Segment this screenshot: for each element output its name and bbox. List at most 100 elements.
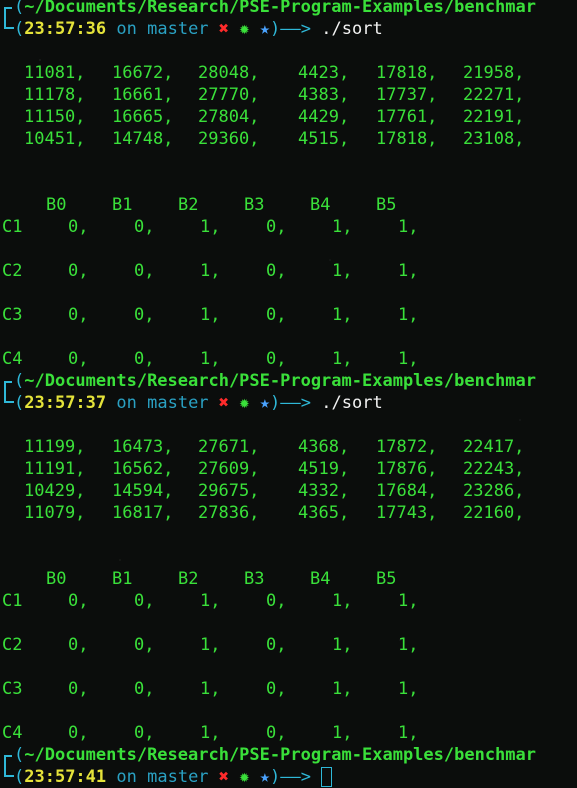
git-branch: master bbox=[147, 19, 209, 39]
matrix-cell: 0, bbox=[266, 261, 287, 281]
timing-value: 17684, bbox=[376, 481, 438, 501]
timing-value: 17818, bbox=[376, 63, 438, 83]
prompt-cwd-line: (~/Documents/Research/PSE-Program-Exampl… bbox=[0, 370, 577, 392]
timing-value: 17743, bbox=[376, 503, 438, 523]
timing-value: 11150, bbox=[24, 107, 86, 127]
matrix-cell: 1, bbox=[398, 591, 419, 611]
matrix-row-label: C4 bbox=[2, 723, 23, 743]
matrix-row-label: C2 bbox=[2, 635, 23, 655]
matrix-cell: 0, bbox=[266, 635, 287, 655]
timing-value: 11081, bbox=[24, 63, 86, 83]
matrix-cell: 1, bbox=[200, 261, 221, 281]
timing-row: 11081, 16672, 28048, 4423, 17818, 21958, bbox=[0, 62, 577, 84]
typed-command: ./sort bbox=[321, 19, 383, 39]
prompt-corner-bottom-icon bbox=[4, 766, 14, 777]
star-icon: ★ bbox=[259, 19, 271, 39]
timing-value: 10429, bbox=[24, 481, 86, 501]
matrix-cell: 0, bbox=[68, 305, 89, 325]
matrix-cell: 0, bbox=[266, 349, 287, 369]
matrix-row: C4 0, 0, 1, 0, 1, 1, bbox=[0, 348, 577, 370]
matrix-cell: 1, bbox=[332, 635, 353, 655]
timing-value: 4515, bbox=[298, 129, 350, 149]
matrix-header-row: B0 B1 B2 B3 B4 B5 bbox=[0, 194, 577, 216]
timing-value: 22191, bbox=[463, 107, 525, 127]
matrix-row-label: C3 bbox=[2, 305, 23, 325]
matrix-cell: 1, bbox=[200, 305, 221, 325]
matrix-cell: 1, bbox=[332, 305, 353, 325]
gear-icon: ✹ bbox=[239, 19, 250, 39]
timing-value: 4519, bbox=[298, 459, 350, 479]
matrix-cell: 1, bbox=[200, 591, 221, 611]
matrix-row: C3 0, 0, 1, 0, 1, 1, bbox=[0, 678, 577, 700]
timing-value: 28048, bbox=[198, 63, 260, 83]
prompt-corner-bottom-icon bbox=[4, 392, 14, 403]
matrix-cell: 0, bbox=[68, 217, 89, 237]
dirty-icon: ✖ bbox=[218, 393, 230, 413]
run-output-2: 11199, 16473, 27671, 4368, 17872, 22417, 11191… bbox=[0, 436, 577, 744]
matrix-cell: 0, bbox=[134, 591, 155, 611]
matrix-cell: 0, bbox=[68, 679, 89, 699]
timing-value: 10451, bbox=[24, 129, 86, 149]
timing-value: 17876, bbox=[376, 459, 438, 479]
dirty-icon: ✖ bbox=[218, 767, 230, 787]
prompt-corner-top-icon bbox=[4, 7, 12, 18]
timing-value: 17872, bbox=[376, 437, 438, 457]
timing-value: 23286, bbox=[463, 481, 525, 501]
matrix-row: C4 0, 0, 1, 0, 1, 1, bbox=[0, 722, 577, 744]
matrix-cell: 0, bbox=[68, 591, 89, 611]
matrix-row: C3 0, 0, 1, 0, 1, 1, bbox=[0, 304, 577, 326]
current-directory: ~/Documents/Research/PSE-Program-Example… bbox=[24, 745, 536, 765]
timing-value: 11178, bbox=[24, 85, 86, 105]
run-output-1: 11081, 16672, 28048, 4423, 17818, 21958, 11178… bbox=[0, 62, 577, 370]
matrix-cell: 1, bbox=[332, 591, 353, 611]
matrix-row: C1 0, 0, 1, 0, 1, 1, bbox=[0, 216, 577, 238]
matrix-cell: 1, bbox=[398, 261, 419, 281]
timing-value: 27609, bbox=[198, 459, 260, 479]
git-branch: master bbox=[147, 767, 209, 787]
timing-value: 4365, bbox=[298, 503, 350, 523]
timing-value: 11079, bbox=[24, 503, 86, 523]
dirty-icon: ✖ bbox=[218, 19, 230, 39]
terminal-cursor[interactable] bbox=[321, 767, 333, 787]
timing-value: 17737, bbox=[376, 85, 438, 105]
matrix-row-label: C3 bbox=[2, 679, 23, 699]
matrix-header-row: B0 B1 B2 B3 B4 B5 bbox=[0, 568, 577, 590]
matrix-cell: 0, bbox=[68, 349, 89, 369]
timing-row: 11079, 16817, 27836, 4365, 17743, 22160, bbox=[0, 502, 577, 524]
matrix-cell: 1, bbox=[200, 217, 221, 237]
matrix-row-label: C1 bbox=[2, 591, 23, 611]
matrix-cell: 0, bbox=[134, 723, 155, 743]
timing-value: 4332, bbox=[298, 481, 350, 501]
timing-value: 4383, bbox=[298, 85, 350, 105]
prompt-cwd-line: (~/Documents/Research/PSE-Program-Exampl… bbox=[0, 744, 577, 766]
current-directory: ~/Documents/Research/PSE-Program-Example… bbox=[24, 0, 536, 17]
timing-row: 11150, 16665, 27804, 4429, 17761, 22191, bbox=[0, 106, 577, 128]
matrix-cell: 0, bbox=[266, 305, 287, 325]
timing-value: 16672, bbox=[112, 63, 174, 83]
matrix-cell: 0, bbox=[68, 723, 89, 743]
matrix-column-header: B4 bbox=[310, 195, 331, 215]
star-icon: ★ bbox=[259, 393, 271, 413]
timing-row: 11178, 16661, 27770, 4383, 17737, 22271, bbox=[0, 84, 577, 106]
timing-value: 22243, bbox=[463, 459, 525, 479]
terminal-output: (~/Documents/Research/PSE-Program-Exampl… bbox=[0, 0, 577, 788]
prompt-command-line[interactable]: (23:57:41 on master ✖ ✹ ★)——> bbox=[0, 766, 577, 788]
current-directory: ~/Documents/Research/PSE-Program-Example… bbox=[24, 371, 536, 391]
timing-value: 17761, bbox=[376, 107, 438, 127]
matrix-cell: 1, bbox=[200, 349, 221, 369]
gear-icon: ✹ bbox=[239, 393, 250, 413]
matrix-cell: 1, bbox=[332, 679, 353, 699]
timing-row: 10429, 14594, 29675, 4332, 17684, 23286, bbox=[0, 480, 577, 502]
timing-value: 17818, bbox=[376, 129, 438, 149]
prompt-corner-bottom-icon bbox=[4, 18, 14, 29]
matrix-cell: 1, bbox=[332, 723, 353, 743]
timing-value: 16817, bbox=[112, 503, 174, 523]
prompt-time: 23:57:37 bbox=[24, 393, 107, 413]
timing-value: 16473, bbox=[112, 437, 174, 457]
prompt-corner-top-icon bbox=[4, 755, 12, 766]
matrix-cell: 0, bbox=[68, 635, 89, 655]
